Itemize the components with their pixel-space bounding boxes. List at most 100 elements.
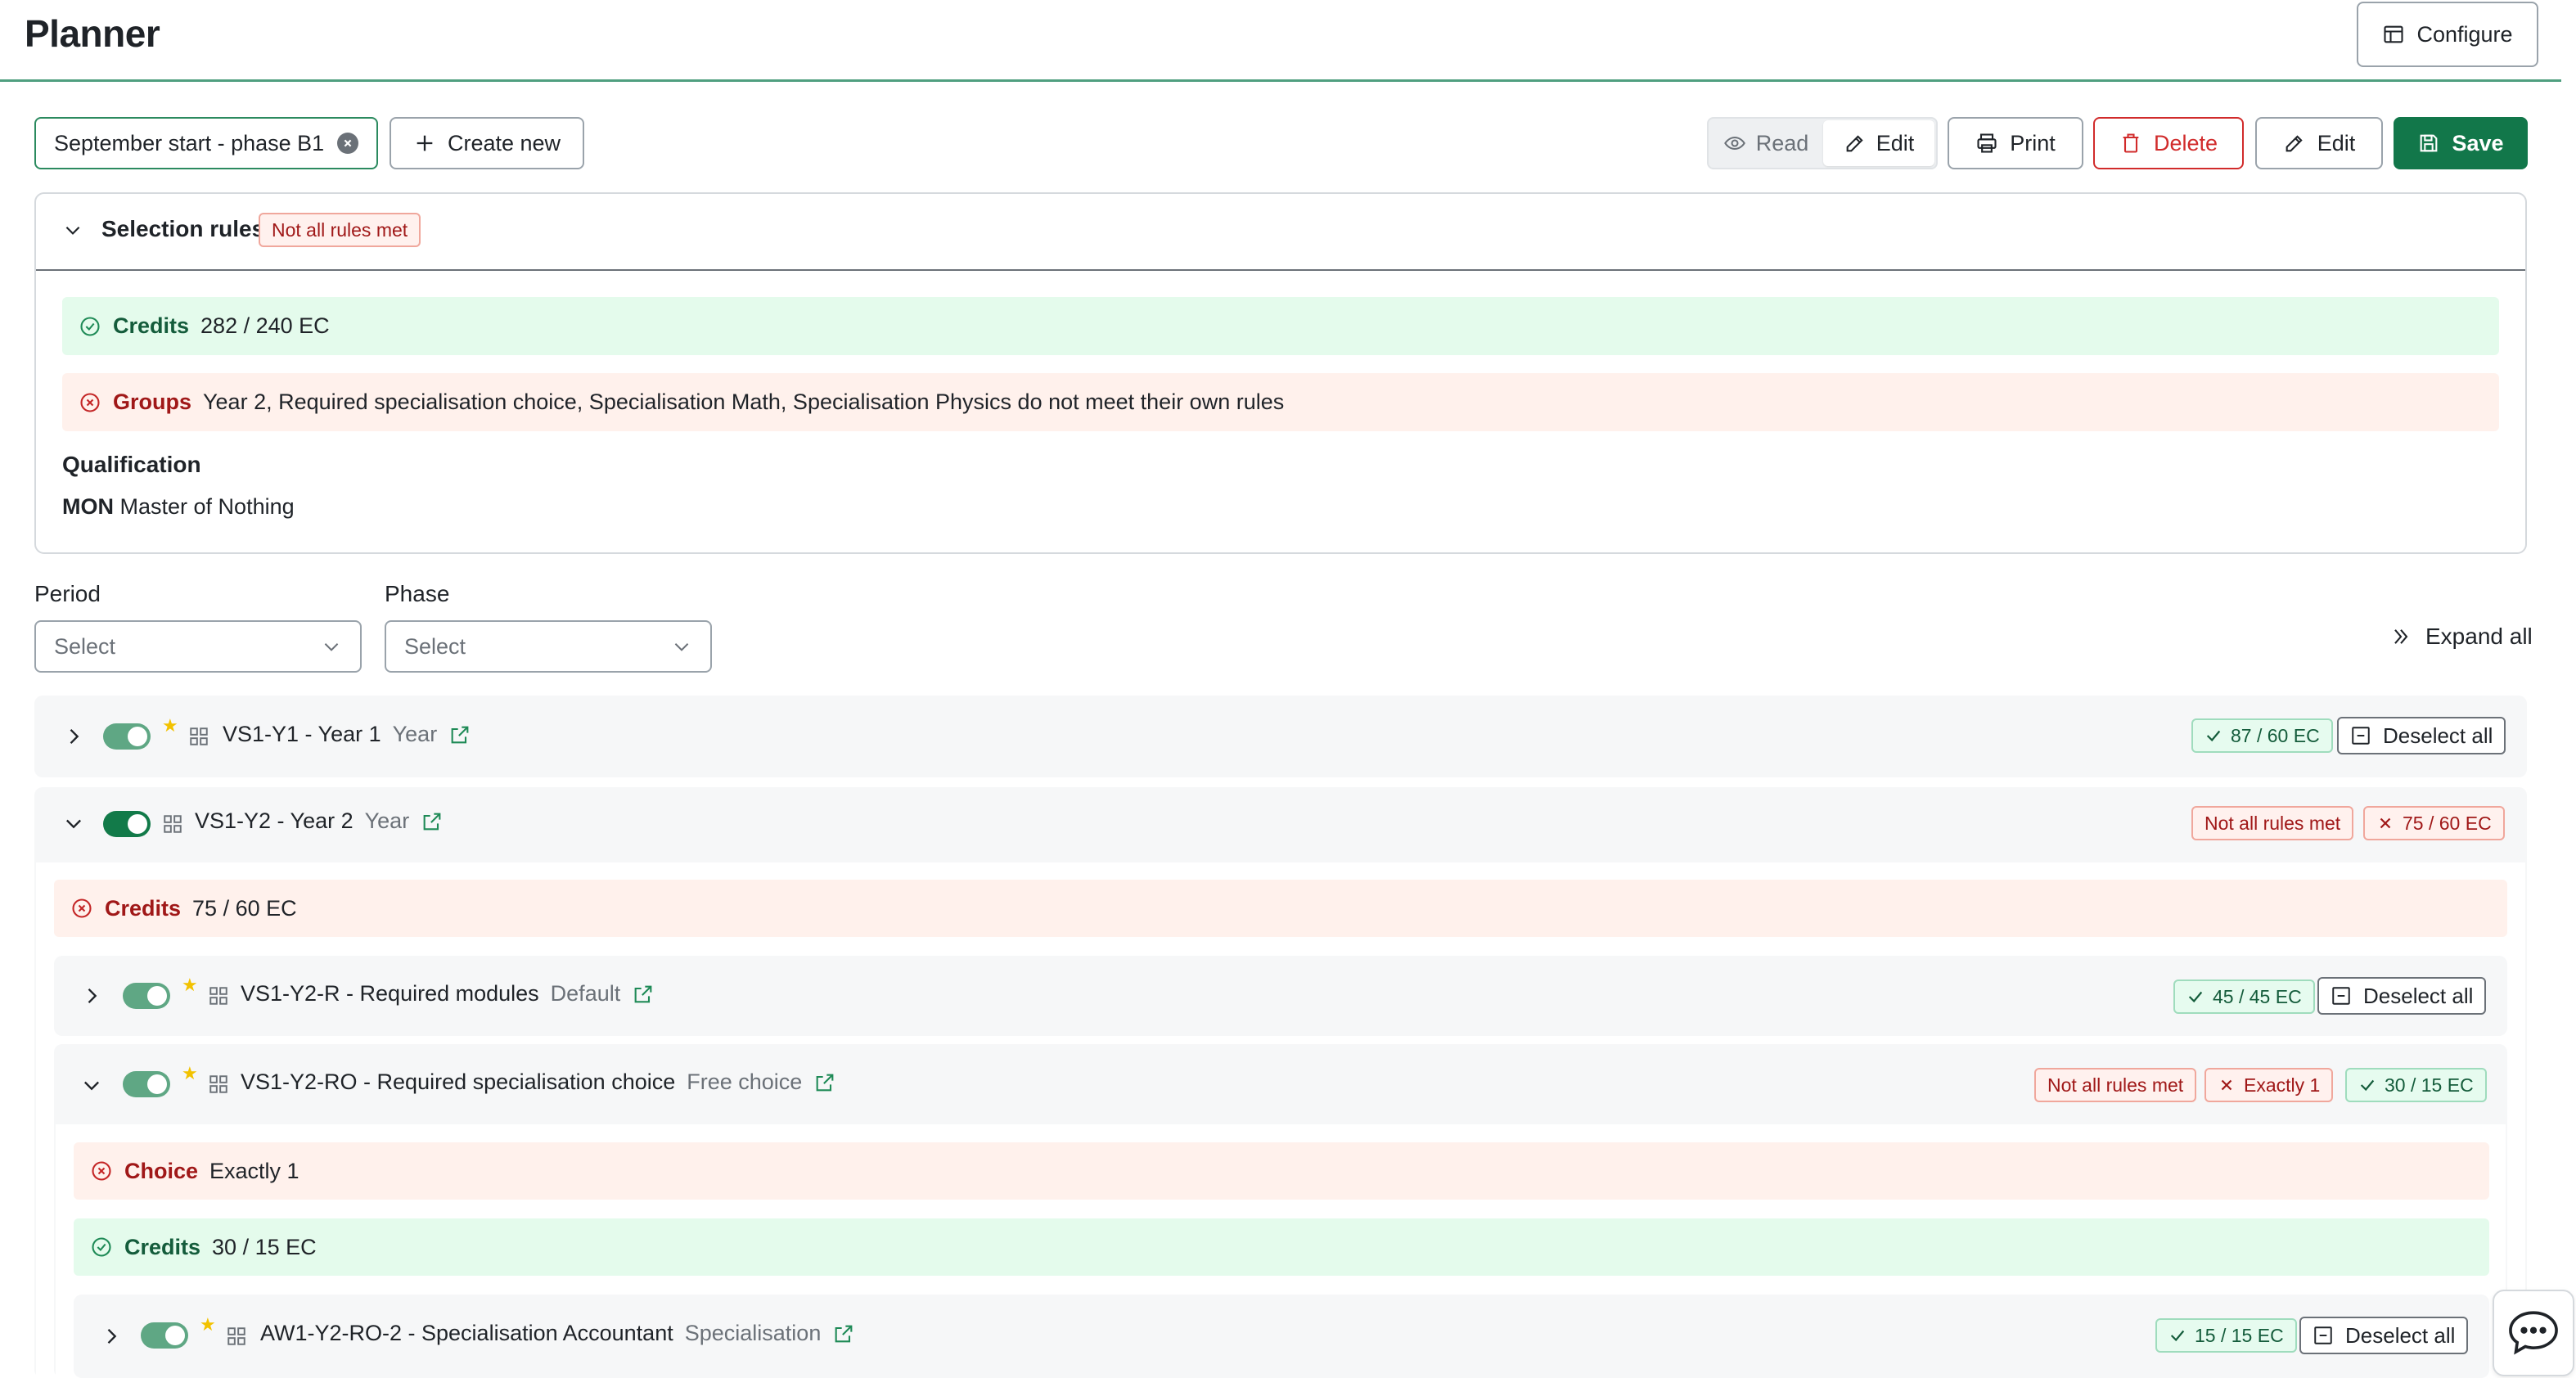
printer-icon bbox=[1977, 133, 1997, 153]
phase-select[interactable]: Select bbox=[385, 620, 712, 673]
star-icon: ★ bbox=[182, 1063, 198, 1083]
check-circle-icon bbox=[92, 1237, 111, 1257]
year2-code: VS1-Y2 - Year 2 bbox=[195, 808, 354, 833]
external-link-icon[interactable] bbox=[813, 1071, 836, 1094]
check-icon bbox=[2206, 730, 2221, 742]
spec-choice-code: VS1-Y2-RO - Required specialisation choi… bbox=[241, 1070, 676, 1094]
chevron-right-icon[interactable] bbox=[100, 1325, 123, 1348]
required-credits-badge: 45 / 45 EC bbox=[2173, 979, 2315, 1014]
chat-launcher-button[interactable] bbox=[2493, 1290, 2574, 1376]
selection-rules-title[interactable]: Selection rules bbox=[101, 216, 264, 242]
deselect-label: Deselect all bbox=[2345, 1322, 2456, 1348]
spec-credits-rule-label: Credits bbox=[124, 1234, 201, 1259]
chevron-down-icon[interactable] bbox=[62, 219, 83, 241]
check-icon bbox=[2360, 1079, 2375, 1092]
deselect-label: Deselect all bbox=[2363, 983, 2474, 1008]
star-icon: ★ bbox=[200, 1314, 216, 1335]
groups-rule-value: Year 2, Required specialisation choice, … bbox=[203, 390, 1285, 414]
year2-credits-rule-label: Credits bbox=[105, 895, 182, 921]
minus-square-icon bbox=[2332, 987, 2350, 1005]
accountant-credits-badge: 15 / 15 EC bbox=[2155, 1318, 2297, 1353]
groups-rule: Groups Year 2, Required specialisation c… bbox=[62, 373, 2499, 431]
spec-choice-credits-rule: Credits 30 / 15 EC bbox=[74, 1218, 2489, 1276]
chevron-right-icon[interactable] bbox=[80, 984, 103, 1007]
spec-choice-credits: 30 / 15 EC bbox=[2385, 1074, 2474, 1096]
mode-read-button[interactable]: Read bbox=[1710, 120, 1822, 166]
year1-deselect-button[interactable]: Deselect all bbox=[2337, 717, 2506, 754]
x-circle-icon bbox=[92, 1161, 111, 1181]
deselect-label: Deselect all bbox=[2383, 723, 2493, 748]
check-icon bbox=[2188, 991, 2203, 1003]
pencil-icon bbox=[2286, 135, 2303, 152]
year1-label: VS1-Y1 - Year 1 Year bbox=[223, 722, 471, 747]
mode-edit-button[interactable]: Edit bbox=[1823, 120, 1934, 166]
configure-label: Configure bbox=[2416, 21, 2513, 47]
chevron-down-icon bbox=[674, 643, 689, 651]
rules-status-text: Not all rules met bbox=[272, 218, 408, 241]
star-icon: ★ bbox=[182, 975, 198, 995]
page-title: Planner bbox=[25, 12, 160, 55]
accountant-deselect-button[interactable]: Deselect all bbox=[2299, 1317, 2469, 1354]
year2-credits: 75 / 60 EC bbox=[2403, 812, 2492, 834]
year2-type: Year bbox=[364, 808, 410, 833]
scenario-value: September start - phase B1 bbox=[54, 130, 325, 155]
year1-toggle[interactable] bbox=[103, 723, 151, 750]
expand-all-button[interactable]: Expand all bbox=[2389, 624, 2533, 650]
eye-icon bbox=[1723, 136, 1745, 151]
x-icon bbox=[2221, 1079, 2232, 1091]
spec-choice-rules-badge: Not all rules met bbox=[2034, 1068, 2197, 1102]
year1-credits: 87 / 60 EC bbox=[2231, 724, 2320, 746]
chevron-down-icon[interactable] bbox=[80, 1074, 103, 1097]
accountant-toggle[interactable] bbox=[141, 1322, 188, 1349]
layout-icon bbox=[2384, 25, 2404, 43]
minus-square-icon bbox=[2352, 727, 2370, 745]
choice-rule-label: Choice bbox=[124, 1158, 199, 1183]
save-button[interactable]: Save bbox=[2394, 117, 2528, 169]
spec-choice-exactly-badge: Exactly 1 bbox=[2204, 1068, 2334, 1102]
x-circle-icon bbox=[72, 898, 92, 918]
external-link-icon[interactable] bbox=[832, 1322, 855, 1345]
year2-toggle[interactable] bbox=[103, 811, 151, 837]
configure-button[interactable]: Configure bbox=[2357, 2, 2538, 67]
pencil-icon bbox=[1846, 135, 1863, 152]
phase-placeholder: Select bbox=[404, 633, 466, 659]
scenario-select[interactable]: September start - phase B1 bbox=[34, 117, 378, 169]
required-deselect-button[interactable]: Deselect all bbox=[2317, 977, 2487, 1015]
chevron-right-icon[interactable] bbox=[62, 725, 85, 748]
spec-choice-type: Free choice bbox=[687, 1070, 803, 1094]
period-select[interactable]: Select bbox=[34, 620, 362, 673]
year2-label: VS1-Y2 - Year 2 Year bbox=[195, 808, 444, 834]
required-code: VS1-Y2-R - Required modules bbox=[241, 981, 539, 1006]
phase-label: Phase bbox=[385, 581, 450, 606]
external-link-icon[interactable] bbox=[448, 723, 471, 746]
required-type: Default bbox=[550, 981, 621, 1006]
rules-status-badge: Not all rules met bbox=[259, 213, 421, 247]
expand-all-label: Expand all bbox=[2425, 624, 2533, 649]
external-link-icon[interactable] bbox=[421, 810, 444, 833]
save-label: Save bbox=[2452, 130, 2504, 155]
required-toggle[interactable] bbox=[123, 983, 170, 1009]
clear-icon[interactable] bbox=[337, 133, 358, 154]
edit-button[interactable]: Edit bbox=[2255, 117, 2383, 169]
chevron-down-icon bbox=[324, 643, 339, 651]
external-link-icon[interactable] bbox=[632, 983, 655, 1006]
delete-button[interactable]: Delete bbox=[2093, 117, 2244, 169]
year2-rules-text: Not all rules met bbox=[2204, 812, 2341, 834]
spec-credits-rule-value: 30 / 15 EC bbox=[212, 1234, 317, 1259]
spec-choice-rules-text: Not all rules met bbox=[2047, 1074, 2184, 1096]
spec-choice-choice-rule: Choice Exactly 1 bbox=[74, 1142, 2489, 1200]
year2-credits-rule-value: 75 / 60 EC bbox=[192, 895, 297, 921]
chat-icon bbox=[2509, 1311, 2558, 1355]
credits-rule: Credits 282 / 240 EC bbox=[62, 297, 2499, 355]
grid-icon bbox=[227, 1327, 245, 1345]
create-new-button[interactable]: Create new bbox=[390, 117, 584, 169]
chevron-down-icon[interactable] bbox=[62, 812, 85, 835]
qualification-code: MON bbox=[62, 494, 114, 519]
mode-read-label: Read bbox=[1755, 130, 1809, 155]
spec-choice-toggle[interactable] bbox=[123, 1071, 170, 1097]
choice-rule-value: Exactly 1 bbox=[209, 1158, 299, 1183]
print-button[interactable]: Print bbox=[1948, 117, 2083, 169]
print-label: Print bbox=[2010, 130, 2056, 155]
trash-icon bbox=[2123, 133, 2139, 153]
spec-choice-credits-badge: 30 / 15 EC bbox=[2345, 1068, 2487, 1102]
